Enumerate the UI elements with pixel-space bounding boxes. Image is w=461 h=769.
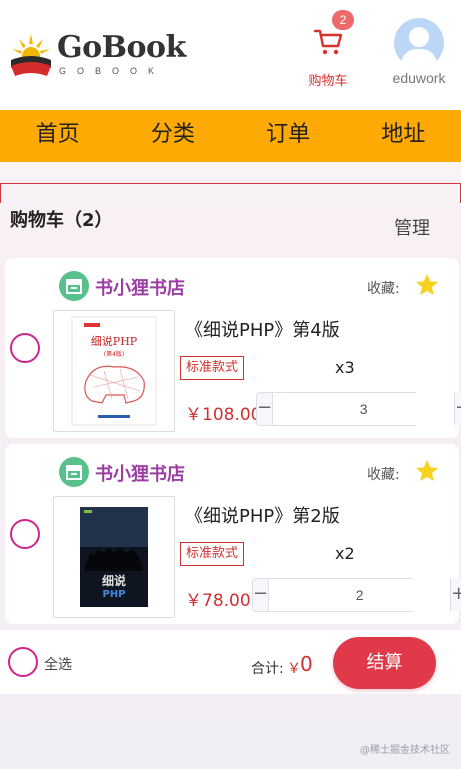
checkout-bar: 全选 合计: ￥ 0 结算 [0, 630, 461, 694]
product-thumbnail[interactable]: 细说PHP (第4版) [53, 310, 175, 432]
section-divider [0, 183, 461, 184]
book-cover-php4-image: 细说PHP (第4版) [71, 316, 157, 426]
quantity-input[interactable] [273, 393, 455, 425]
logo-subtext: GOBOOK [59, 66, 166, 76]
checkout-button[interactable]: 结算 [333, 637, 436, 689]
nav-cart[interactable]: 2 购物车 [300, 10, 356, 90]
nav-address[interactable]: 地址 [346, 110, 461, 162]
cover-subtitle: PHP [102, 589, 125, 600]
item-count-label: x3 [335, 358, 355, 377]
cover-title: 细说PHP [91, 334, 138, 348]
nav-orders[interactable]: 订单 [231, 110, 346, 162]
gobook-logo[interactable]: GoBook GOBOOK [9, 30, 189, 80]
product-title[interactable]: 《细说PHP》第4版 [185, 316, 340, 342]
shop-name[interactable]: 书小狸书店 [95, 460, 185, 486]
quantity-decrease-button[interactable]: − [253, 579, 270, 611]
cover-edition: (第4版) [104, 350, 125, 358]
product-price: ￥108.00 [185, 405, 262, 425]
product-title[interactable]: 《细说PHP》第2版 [185, 502, 340, 528]
app-header: GoBook GOBOOK 2 购物车 eduwork [0, 0, 461, 110]
product-spec-tag: 标准款式 [180, 542, 245, 566]
cover-title: 细说 [102, 573, 126, 588]
quantity-increase-button[interactable]: + [450, 579, 461, 611]
nav-user[interactable]: eduwork [384, 14, 454, 94]
favorite-label: 收藏: [367, 467, 400, 483]
nav-home[interactable]: 首页 [0, 110, 115, 162]
nav-category[interactable]: 分类 [115, 110, 230, 162]
shop-icon [59, 271, 89, 301]
star-icon[interactable] [414, 272, 440, 298]
store-icon [66, 465, 82, 480]
logo-sun-icon [11, 34, 51, 76]
main-nav-bar: 首页 分类 订单 地址 [0, 110, 461, 162]
cart-item-card: 书小狸书店 收藏: 细说PHP (第4版) 《细说PHP》第4版 标准款式 x3… [5, 258, 461, 438]
shopping-cart-icon [313, 29, 343, 55]
store-icon [66, 279, 82, 294]
page-title: 购物车（2） [10, 210, 113, 231]
cart-item-card: 书小狸书店 收藏: 细说 PHP 《细说PHP》第2版 标准款式 x2 ￥78.… [5, 444, 461, 624]
quantity-increase-button[interactable]: + [454, 393, 461, 425]
product-spec-tag: 标准款式 [180, 356, 245, 380]
username-label: eduwork [392, 70, 446, 86]
logo-text: GoBook [57, 30, 186, 65]
total-label: 合计: [251, 661, 284, 677]
book-cover-php2-image: 细说 PHP [80, 507, 148, 607]
user-avatar-icon [400, 27, 438, 68]
product-price: ￥78.00 [185, 591, 251, 611]
cart-label: 购物车 [308, 74, 348, 89]
quantity-stepper: − + [252, 578, 461, 612]
item-select-checkbox[interactable] [10, 519, 40, 549]
select-all-checkbox[interactable] [8, 647, 38, 677]
item-select-checkbox[interactable] [10, 333, 40, 363]
select-all-label[interactable]: 全选 [44, 654, 72, 674]
shop-icon [59, 457, 89, 487]
item-count-label: x2 [335, 544, 355, 563]
star-icon[interactable] [414, 458, 440, 484]
cart-count-badge: 2 [332, 10, 354, 30]
total-amount: 0 [300, 652, 313, 676]
watermark-text: @稀土掘金技术社区 [360, 745, 450, 756]
product-thumbnail[interactable]: 细说 PHP [53, 496, 175, 618]
favorite-label: 收藏: [367, 281, 400, 297]
quantity-decrease-button[interactable]: − [257, 393, 274, 425]
section-divider-left [0, 183, 1, 203]
quantity-stepper: − + [256, 392, 461, 426]
quantity-input[interactable] [269, 579, 451, 611]
currency-symbol: ￥ [287, 661, 301, 677]
avatar [394, 18, 444, 68]
shop-name[interactable]: 书小狸书店 [95, 274, 185, 300]
manage-button[interactable]: 管理 [394, 214, 430, 240]
